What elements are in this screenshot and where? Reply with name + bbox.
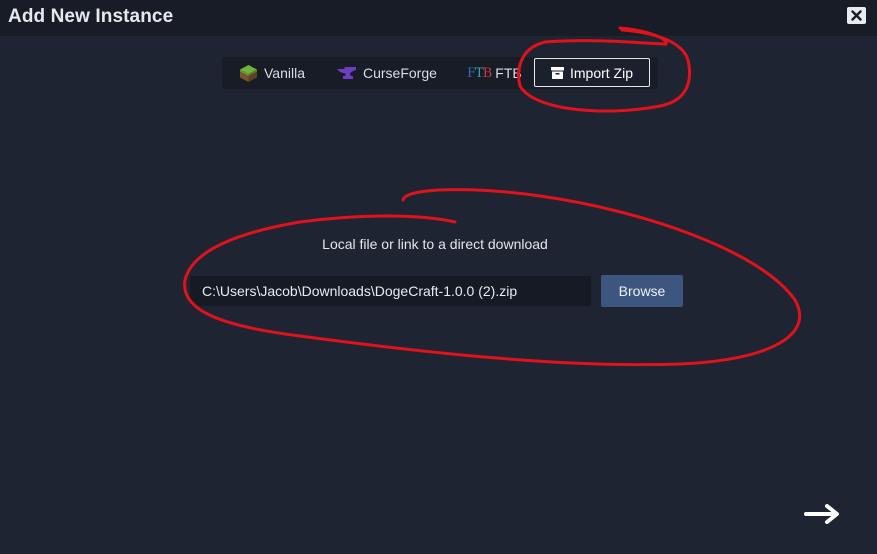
tab-import-zip-label: Import Zip	[569, 64, 633, 81]
anvil-icon	[337, 66, 357, 80]
close-x-icon	[851, 10, 862, 21]
file-path-input[interactable]	[190, 276, 591, 306]
import-source-label: Local file or link to a direct download	[322, 236, 548, 252]
ftb-logo-icon: FTB	[467, 65, 492, 81]
tab-ftb[interactable]: FTB FTB	[467, 57, 522, 89]
next-button[interactable]	[803, 502, 843, 526]
titlebar: Add New Instance	[0, 0, 877, 36]
archive-box-icon	[550, 66, 564, 79]
tab-import-zip[interactable]: Import Zip	[534, 58, 650, 87]
tab-curseforge-label: CurseForge	[363, 65, 437, 81]
tab-vanilla-label: Vanilla	[264, 65, 305, 81]
close-button[interactable]	[847, 7, 866, 24]
browse-button[interactable]: Browse	[601, 275, 683, 307]
add-instance-window: Add New Instance Vanilla CurseForge FTB …	[0, 0, 877, 554]
arrow-right-icon	[804, 504, 839, 524]
window-title: Add New Instance	[8, 6, 174, 27]
tab-vanilla[interactable]: Vanilla	[239, 57, 305, 89]
grass-block-icon	[239, 64, 258, 83]
tab-curseforge[interactable]: CurseForge	[337, 57, 437, 89]
tab-ftb-label: FTB	[495, 65, 522, 81]
source-tabs: Vanilla CurseForge FTB FTB Import Zip	[222, 57, 658, 89]
